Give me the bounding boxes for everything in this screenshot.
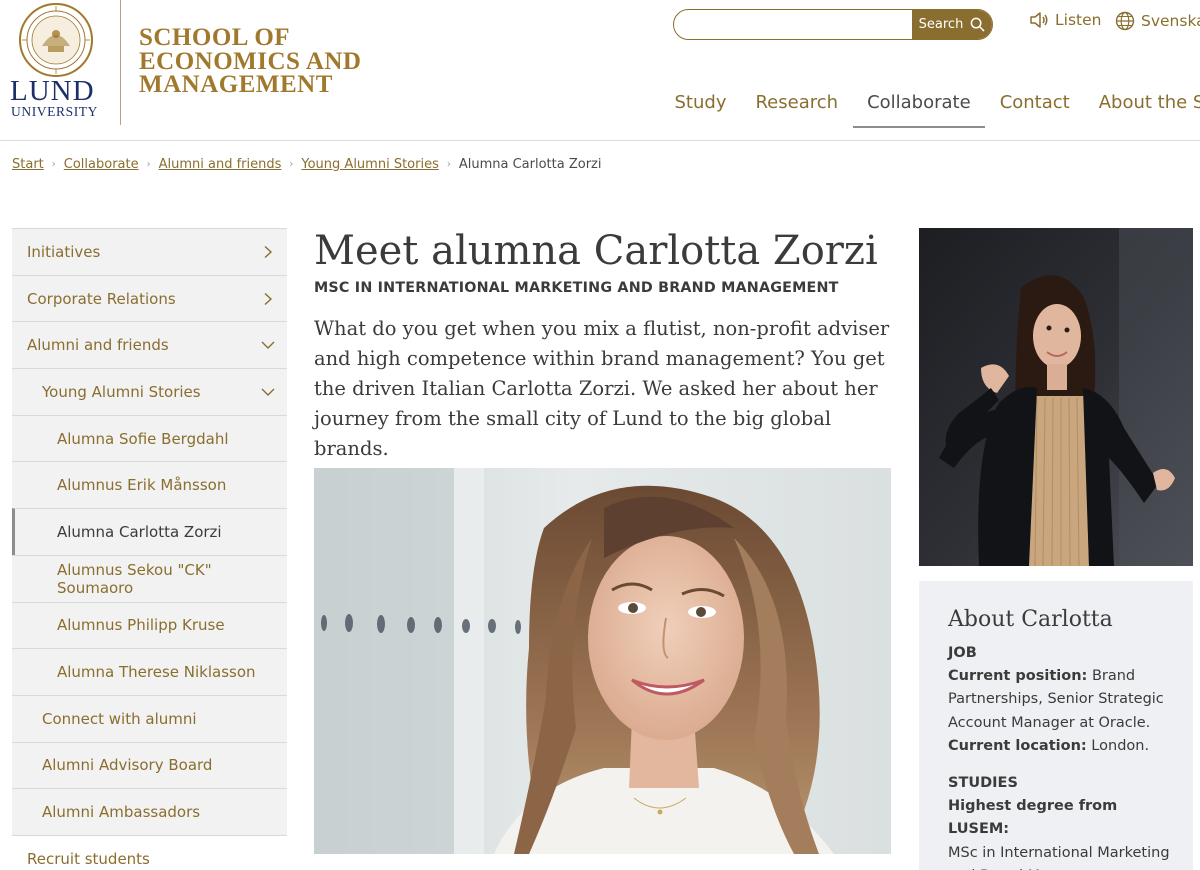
breadcrumb-link[interactable]: Collaborate <box>64 157 139 172</box>
search-button[interactable]: Search <box>912 10 992 39</box>
logo-divider <box>120 0 121 125</box>
sidebar-item-alumnus-sekou-soumaoro[interactable]: Alumnus Sekou "CK" Soumaoro <box>12 554 287 602</box>
search-form: Search <box>673 9 993 40</box>
sidebar-item-label: Alumni Ambassadors <box>42 803 201 822</box>
breadcrumb-link[interactable]: Alumni and friends <box>159 157 282 172</box>
factbox-highest-degree: Highest degree from LUSEM: MSc in Interna… <box>948 795 1173 870</box>
factbox-title: About Carlotta <box>948 607 1113 632</box>
sidebar-item-young-alumni-stories[interactable]: Young Alumni Stories <box>12 368 287 415</box>
highest-degree-value: MSc in International Marketing and Brand… <box>948 844 1170 870</box>
current-position-label: Current position: <box>948 668 1088 684</box>
article: Meet alumna Carlotta Zorzi MSC IN INTERN… <box>314 228 894 464</box>
globe-icon <box>1115 11 1135 31</box>
sidebar-item-alumna-carlotta-zorzi[interactable]: Alumna Carlotta Zorzi <box>12 508 287 555</box>
sidebar-navigation: Initiatives Corporate Relations Alumni a… <box>12 228 287 870</box>
breadcrumb-separator-icon: › <box>146 159 151 170</box>
sidebar-item-label: Alumna Therese Niklasson <box>57 663 256 682</box>
sidebar-item-label: Alumnus Sekou "CK" Soumaoro <box>57 560 212 597</box>
search-icon <box>970 17 985 32</box>
sidebar-item-alumni-ambassadors[interactable]: Alumni Ambassadors <box>12 788 287 835</box>
chevron-right-icon[interactable] <box>261 292 275 306</box>
factbox-job-heading: JOB <box>948 645 977 661</box>
breadcrumb-separator-icon: › <box>51 159 56 170</box>
page-title: Meet alumna Carlotta Zorzi <box>314 228 878 274</box>
presenting-photo <box>919 228 1193 566</box>
breadcrumb-link[interactable]: Start <box>12 157 44 172</box>
sidebar-item-label: Alumni Advisory Board <box>42 756 213 775</box>
sidebar-item-label: Alumna Sofie Bergdahl <box>57 429 229 448</box>
sidebar-item-recruit-students[interactable]: Recruit students <box>12 834 287 870</box>
sidebar-item-label: Alumnus Erik Månsson <box>57 476 227 495</box>
search-input[interactable] <box>674 10 912 39</box>
chevron-down-icon[interactable] <box>261 385 275 399</box>
breadcrumb: Start › Collaborate › Alumni and friends… <box>12 157 601 172</box>
logo-wordmark-sub: UNIVERSITY <box>11 104 98 119</box>
highest-degree-label: Highest degree from LUSEM: <box>948 798 1118 838</box>
sidebar-item-alumnus-philipp-kruse[interactable]: Alumnus Philipp Kruse <box>12 601 287 649</box>
chevron-right-icon[interactable] <box>261 245 275 259</box>
language-label: Svenska <box>1141 12 1200 30</box>
sidebar-item-alumnus-erik-mansson[interactable]: Alumnus Erik Månsson <box>12 461 287 509</box>
nav-collaborate[interactable]: Collaborate <box>852 90 986 128</box>
current-location-label: Current location: <box>948 737 1087 754</box>
portrait-photo <box>314 468 891 854</box>
sidebar-item-alumni-advisory-board[interactable]: Alumni Advisory Board <box>12 741 287 789</box>
school-name[interactable]: SCHOOL OF ECONOMICS AND MANAGEMENT <box>139 24 362 98</box>
factbox-current-location: Current location: London. <box>948 735 1173 758</box>
sidebar-item-label: Connect with alumni <box>42 709 197 728</box>
search-button-label: Search <box>918 17 964 32</box>
sidebar-item-initiatives[interactable]: Initiatives <box>12 228 287 275</box>
sidebar-item-label: Initiatives <box>27 242 101 261</box>
sidebar-item-corporate-relations[interactable]: Corporate Relations <box>12 274 287 322</box>
sidebar-item-connect-with-alumni[interactable]: Connect with alumni <box>12 694 287 742</box>
sidebar-item-alumni-and-friends[interactable]: Alumni and friends <box>12 321 287 369</box>
university-seal-icon <box>19 3 93 77</box>
factbox-spacer <box>948 758 1173 772</box>
school-name-line: MANAGEMENT <box>139 71 333 98</box>
nav-contact[interactable]: Contact <box>985 90 1084 128</box>
sidebar-item-label: Recruit students <box>27 849 150 868</box>
breadcrumb-link[interactable]: Young Alumni Stories <box>301 157 438 172</box>
school-name-line: SCHOOL OF <box>139 24 291 51</box>
site-header: LUND UNIVERSITY SCHOOL OF ECONOMICS AND … <box>0 0 1200 141</box>
nav-about-the-school[interactable]: About the School <box>1084 90 1200 128</box>
sidebar-item-label: Alumni and friends <box>27 336 169 355</box>
main-navigation: Study Research Collaborate Contact About… <box>660 90 1200 128</box>
school-name-line: ECONOMICS AND <box>139 47 362 75</box>
current-location-value: London. <box>1086 737 1150 754</box>
article-lead: What do you get when you mix a flutist, … <box>314 317 890 460</box>
listen-label: Listen <box>1055 11 1102 29</box>
sidebar-item-label: Alumnus Philipp Kruse <box>57 616 225 635</box>
chevron-down-icon[interactable] <box>261 338 275 352</box>
nav-research[interactable]: Research <box>741 90 853 128</box>
language-switch[interactable]: Svenska <box>1115 11 1200 31</box>
sidebar-item-alumna-therese-niklasson[interactable]: Alumna Therese Niklasson <box>12 648 287 695</box>
breadcrumb-current: Alumna Carlotta Zorzi <box>458 157 602 172</box>
listen-button[interactable]: Listen <box>1029 11 1101 29</box>
nav-study[interactable]: Study <box>660 90 741 128</box>
lund-university-logo[interactable]: LUND UNIVERSITY <box>10 2 114 122</box>
logo-wordmark: LUND <box>10 75 95 107</box>
about-factbox: About Carlotta JOB Current position: Bra… <box>919 581 1193 870</box>
factbox-studies-heading: STUDIES <box>948 775 1018 792</box>
sidebar-item-label: Corporate Relations <box>27 289 176 308</box>
breadcrumb-separator-icon: › <box>289 159 294 170</box>
sidebar-item-label: Young Alumni Stories <box>42 382 201 401</box>
breadcrumb-separator-icon: › <box>446 159 451 170</box>
speaker-icon <box>1030 12 1048 28</box>
sidebar-item-alumna-sofie-bergdahl[interactable]: Alumna Sofie Bergdahl <box>12 414 287 462</box>
sidebar-item-label: Alumna Carlotta Zorzi <box>57 522 222 541</box>
program-subtitle: MSC IN INTERNATIONAL MARKETING AND BRAND… <box>314 280 839 296</box>
factbox-current-position: Current position: Brand Partnerships, Se… <box>948 665 1173 735</box>
